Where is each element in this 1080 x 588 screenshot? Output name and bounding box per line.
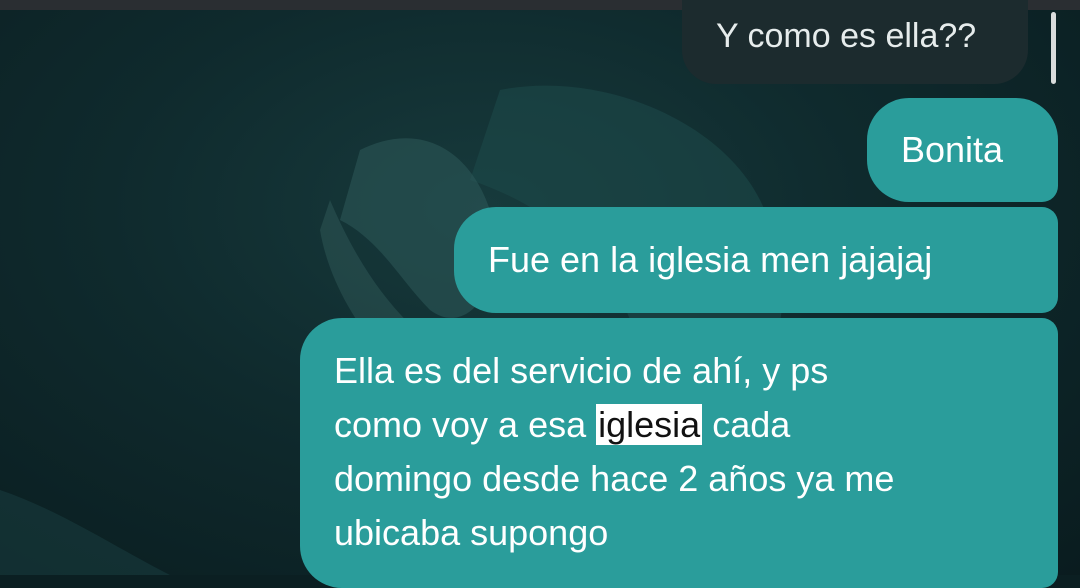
message-text-segment: cada — [702, 404, 791, 445]
message-text: Bonita — [901, 129, 1004, 170]
message-bubble-received[interactable]: Y como es ella?? — [682, 0, 1028, 84]
message-text: Fue en la iglesia men jajajaj — [488, 239, 933, 280]
message-line: ubicaba supongo — [334, 512, 609, 553]
search-highlight[interactable]: iglesia — [596, 404, 703, 445]
message-line: Ella es del servicio de ahí, y ps — [334, 350, 829, 391]
message-line: como voy a esa iglesia cada — [334, 398, 1034, 452]
message-text-segment: como voy a esa — [334, 404, 597, 445]
message-bubble-sent[interactable]: Ella es del servicio de ahí, y ps como v… — [300, 318, 1058, 588]
scrollbar-thumb[interactable] — [1051, 12, 1056, 84]
message-bubble-sent[interactable]: Fue en la iglesia men jajajaj — [454, 207, 1058, 313]
message-bubble-sent[interactable]: Bonita — [867, 98, 1058, 202]
message-line: domingo desde hace 2 años ya me — [334, 458, 895, 499]
message-text: Y como es ella?? — [716, 17, 977, 55]
